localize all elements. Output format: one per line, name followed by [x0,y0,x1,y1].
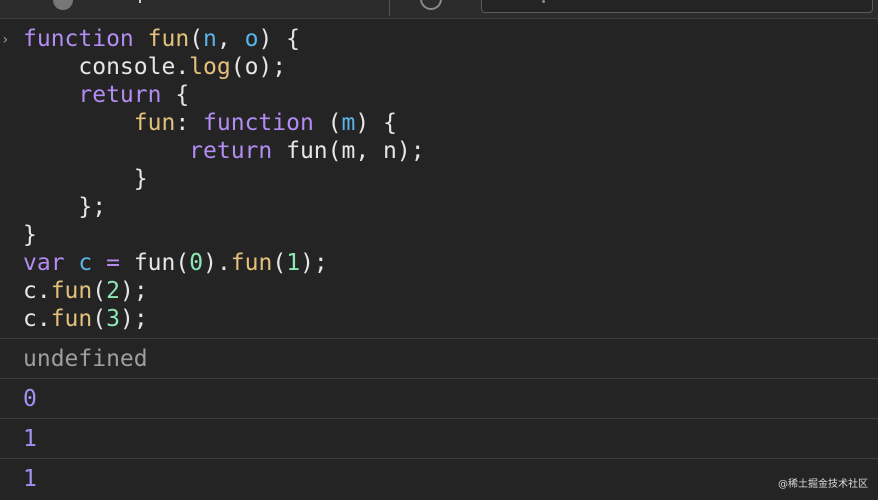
code-token: return [78,82,162,108]
code-line: var c = fun(0).fun(1); [23,249,425,277]
code-line: c.fun(2); [23,277,425,305]
code-token: return [189,138,273,164]
code-token: ( [272,250,287,276]
output-value-number: 0 [23,386,37,412]
clear-console-icon[interactable] [53,0,73,10]
code-token: }; [23,194,107,220]
code-token: 2 [106,278,120,304]
filter-input[interactable] [481,0,873,13]
watermark-text: @稀土掘金技术社区 [778,479,868,490]
code-token: fun [230,250,273,276]
code-token: 3 [106,306,120,332]
code-token: log [189,54,231,80]
code-token: ); [119,306,148,332]
code-token: ( [92,306,107,332]
console-input-entry[interactable]: › function fun(n, o) { console.log(o); r… [0,19,878,339]
code-token: var [23,250,65,276]
filter-input-mark-icon [542,0,545,3]
code-token: c [78,250,93,276]
code-token: n [203,26,217,52]
code-token: ( [92,278,107,304]
console-output-row: undefined [0,339,878,379]
code-token: function [23,26,134,52]
code-token: c. [23,306,51,332]
code-line: fun: function (m) { [23,109,425,137]
code-token: = [106,250,120,276]
code-line: function fun(n, o) { [23,25,425,53]
code-block: function fun(n, o) { console.log(o); ret… [23,25,425,333]
code-token: ) { [258,26,301,52]
output-value-number: 1 [23,466,37,492]
code-line: return { [23,81,425,109]
code-token: } [23,222,37,248]
code-token: fun [50,306,93,332]
code-token: console. [23,54,190,80]
code-token: ) { [355,110,397,136]
code-token: : [175,110,204,136]
code-line: return fun(m, n); [23,137,425,165]
code-token: fun [133,110,176,136]
code-token: ( [189,26,204,52]
code-token: o [244,26,259,52]
code-token: ); [300,250,328,276]
code-line: } [23,165,425,193]
code-token: fun [50,278,93,304]
code-token: } [23,166,148,192]
code-token: (o); [230,54,287,80]
context-selector-caret-icon[interactable] [139,0,141,3]
code-token: ). [203,250,231,276]
code-token: m [341,110,356,136]
chevron-right-icon: › [1,32,10,48]
code-line: c.fun(3); [23,305,425,333]
code-token: 0 [189,250,204,276]
code-token: ); [119,278,148,304]
code-token: function [203,110,314,136]
code-line: }; [23,193,425,221]
output-value-undefined: undefined [23,346,148,372]
code-token: { [161,82,190,108]
code-token: , [216,26,245,52]
code-token: fun(m, n); [272,138,425,164]
console-toolbar [0,0,878,19]
console-output-row: 1 [0,419,878,459]
code-token: c. [23,278,51,304]
code-token: ( [313,110,342,136]
toolbar-divider [389,0,390,16]
code-token: fun( [119,250,190,276]
console-output-row: 1 [0,459,878,499]
code-line: } [23,221,425,249]
output-value-number: 1 [23,426,37,452]
eye-icon[interactable] [420,0,442,10]
code-token: 1 [286,250,301,276]
console-output-row: 0 [0,379,878,419]
code-line: console.log(o); [23,53,425,81]
code-token: fun [147,26,190,52]
